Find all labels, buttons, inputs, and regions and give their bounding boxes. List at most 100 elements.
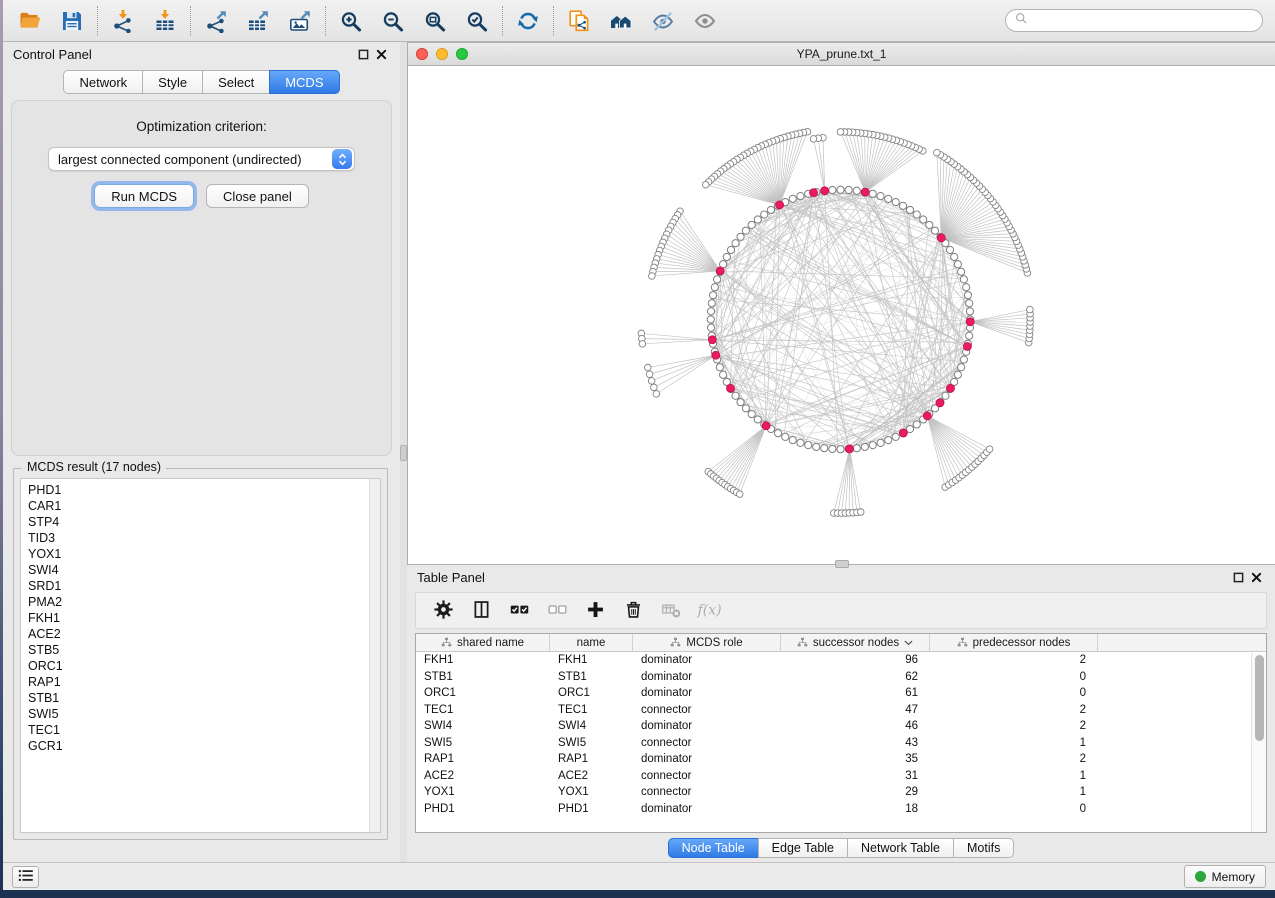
table-cell[interactable]: STB1 [416, 669, 550, 686]
column-settings-button[interactable] [426, 595, 460, 627]
save-session-button[interactable] [51, 2, 93, 40]
tab-mcds[interactable]: MCDS [269, 70, 339, 94]
table-cell[interactable]: SWI4 [416, 718, 550, 735]
table-row[interactable]: ACE2ACE2connector311 [416, 768, 1266, 785]
network-canvas[interactable] [408, 66, 1275, 564]
table-cell[interactable]: ORC1 [550, 685, 633, 702]
export-table-button[interactable] [237, 2, 279, 40]
table-cell[interactable]: RAP1 [416, 751, 550, 768]
table-cell[interactable]: connector [633, 702, 781, 719]
float-icon[interactable] [1229, 568, 1247, 586]
table-cell[interactable]: 0 [930, 801, 1098, 818]
table-cell[interactable]: ACE2 [550, 768, 633, 785]
table-cell[interactable]: 0 [930, 685, 1098, 702]
table-cell[interactable]: ACE2 [416, 768, 550, 785]
table-cell[interactable]: SWI5 [550, 735, 633, 752]
function-builder-button[interactable]: f(x) [692, 595, 726, 627]
table-cell[interactable]: 0 [930, 669, 1098, 686]
table-row[interactable]: ORC1ORC1dominator610 [416, 685, 1266, 702]
close-icon[interactable] [1247, 568, 1265, 586]
network-graph[interactable] [408, 66, 1275, 564]
memory-button[interactable]: Memory [1184, 865, 1266, 888]
search-field[interactable] [1005, 9, 1263, 32]
table-row[interactable]: STB1STB1dominator620 [416, 669, 1266, 686]
table-cell[interactable]: SWI4 [550, 718, 633, 735]
table-row[interactable]: PHD1PHD1dominator180 [416, 801, 1266, 818]
tab-node-table[interactable]: Node Table [668, 838, 759, 858]
mcds-result-item[interactable]: PMA2 [28, 594, 380, 610]
mcds-result-item[interactable]: TID3 [28, 530, 380, 546]
close-icon[interactable] [372, 45, 390, 63]
mcds-result-item[interactable]: STB5 [28, 642, 380, 658]
export-network-button[interactable] [195, 2, 237, 40]
delete-table-button[interactable] [654, 595, 688, 627]
first-neighbors-button[interactable] [600, 2, 642, 40]
zoom-in-button[interactable] [330, 2, 372, 40]
unselect-all-columns-button[interactable] [540, 595, 574, 627]
table-cell[interactable]: RAP1 [550, 751, 633, 768]
table-cell[interactable]: 1 [930, 784, 1098, 801]
zoom-out-button[interactable] [372, 2, 414, 40]
table-cell[interactable]: FKH1 [416, 652, 550, 669]
open-file-button[interactable] [9, 2, 51, 40]
mcds-result-item[interactable]: GCR1 [28, 738, 380, 754]
table-cell[interactable]: YOX1 [550, 784, 633, 801]
horizontal-splitter-grip[interactable] [835, 560, 849, 568]
tab-edge-table[interactable]: Edge Table [758, 838, 848, 858]
table-scrollbar-thumb[interactable] [1255, 655, 1264, 741]
table-cell[interactable]: dominator [633, 751, 781, 768]
table-cell[interactable]: 18 [781, 801, 930, 818]
select-all-columns-button[interactable] [502, 595, 536, 627]
column-header-predecessor-nodes[interactable]: predecessor nodes [930, 634, 1098, 651]
table-cell[interactable]: ORC1 [416, 685, 550, 702]
vertical-splitter[interactable] [400, 42, 407, 862]
tab-style[interactable]: Style [142, 70, 203, 94]
mcds-result-item[interactable]: TEC1 [28, 722, 380, 738]
column-header-shared-name[interactable]: shared name [416, 634, 550, 651]
table-cell[interactable]: dominator [633, 801, 781, 818]
refresh-button[interactable] [507, 2, 549, 40]
column-header-successor-nodes[interactable]: successor nodes [781, 634, 930, 651]
table-cell[interactable]: dominator [633, 669, 781, 686]
tab-network-table[interactable]: Network Table [847, 838, 954, 858]
table-cell[interactable]: 2 [930, 718, 1098, 735]
mcds-list-scrollbar[interactable] [369, 479, 380, 832]
table-cell[interactable]: 61 [781, 685, 930, 702]
table-cell[interactable]: 47 [781, 702, 930, 719]
table-cell[interactable]: 96 [781, 652, 930, 669]
float-icon[interactable] [354, 45, 372, 63]
table-cell[interactable]: TEC1 [550, 702, 633, 719]
export-image-button[interactable] [279, 2, 321, 40]
table-cell[interactable]: 1 [930, 768, 1098, 785]
import-network-button[interactable] [102, 2, 144, 40]
mcds-result-item[interactable]: CAR1 [28, 498, 380, 514]
network-window-titlebar[interactable]: YPA_prune.txt_1 [408, 43, 1275, 66]
tab-select[interactable]: Select [202, 70, 270, 94]
criterion-dropdown[interactable]: largest connected component (undirected) [48, 147, 355, 171]
table-cell[interactable]: FKH1 [550, 652, 633, 669]
mcds-result-item[interactable]: STB1 [28, 690, 380, 706]
import-table-button[interactable] [144, 2, 186, 40]
mcds-result-item[interactable]: SRD1 [28, 578, 380, 594]
column-header-name[interactable]: name [550, 634, 633, 651]
mcds-result-item[interactable]: RAP1 [28, 674, 380, 690]
table-row[interactable]: RAP1RAP1dominator352 [416, 751, 1266, 768]
table-cell[interactable]: 2 [930, 652, 1098, 669]
table-scrollbar[interactable] [1251, 653, 1266, 832]
table-cell[interactable]: 43 [781, 735, 930, 752]
table-cell[interactable]: STB1 [550, 669, 633, 686]
show-columns-button[interactable] [464, 595, 498, 627]
table-cell[interactable]: 29 [781, 784, 930, 801]
table-row[interactable]: TEC1TEC1connector472 [416, 702, 1266, 719]
run-mcds-button[interactable]: Run MCDS [94, 184, 194, 208]
tab-network[interactable]: Network [63, 70, 143, 94]
table-cell[interactable]: 1 [930, 735, 1098, 752]
table-cell[interactable]: PHD1 [550, 801, 633, 818]
table-row[interactable]: FKH1FKH1dominator962 [416, 652, 1266, 669]
mcds-result-item[interactable]: STP4 [28, 514, 380, 530]
mcds-result-item[interactable]: FKH1 [28, 610, 380, 626]
table-cell[interactable]: dominator [633, 685, 781, 702]
table-cell[interactable]: connector [633, 768, 781, 785]
table-cell[interactable]: 31 [781, 768, 930, 785]
table-cell[interactable]: connector [633, 735, 781, 752]
